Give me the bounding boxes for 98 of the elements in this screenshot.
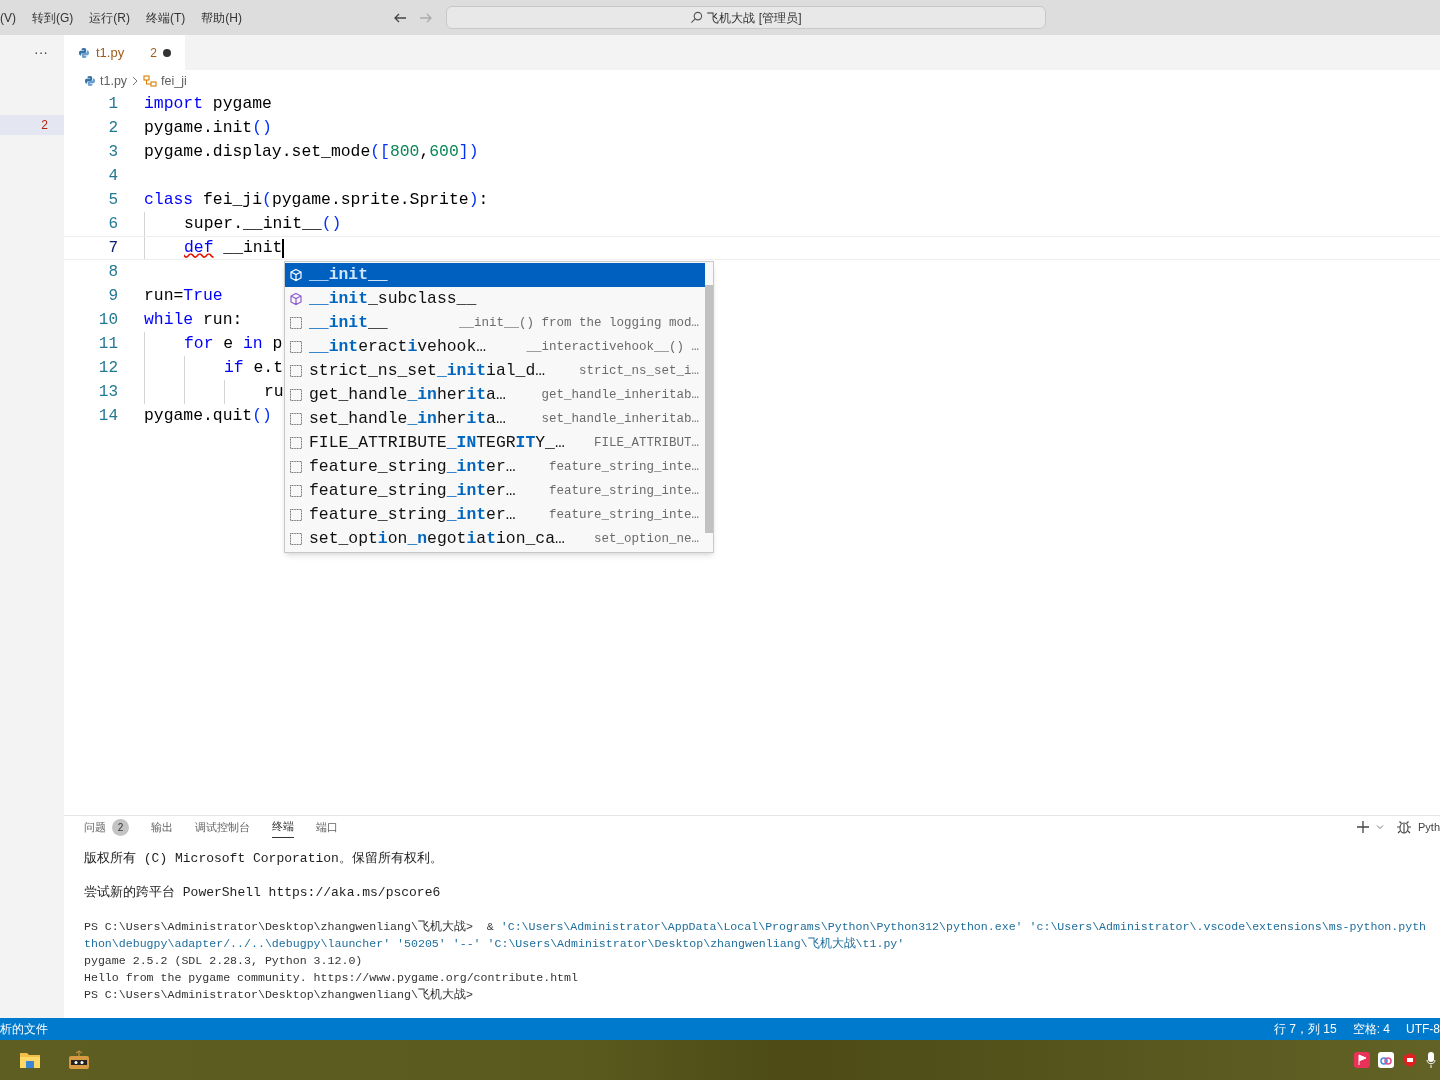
search-icon	[690, 11, 704, 24]
code-line: def __init	[184, 236, 283, 259]
square-icon	[289, 484, 303, 498]
cloud-icon[interactable]	[1378, 1052, 1394, 1068]
code-line: class fei_ji(pygame.sprite.Sprite):	[144, 188, 489, 211]
code-line: run=True	[144, 284, 223, 307]
suggestion-item[interactable]: __init_subclass__	[285, 287, 705, 311]
status-item[interactable]: 析的文件	[0, 1020, 48, 1038]
menu-item[interactable]: 转到(G)	[32, 8, 74, 27]
line-number: 7	[107, 238, 118, 259]
code-line: while run:	[144, 308, 243, 331]
line-number: 4	[107, 166, 118, 187]
plus-icon[interactable]	[1356, 820, 1370, 834]
square-icon	[289, 364, 303, 378]
search-text: 飞机大战 [管理员]	[707, 9, 802, 27]
suggestion-item[interactable]: set_option_negotiation_ca… set_option_ne…	[285, 527, 705, 551]
class-icon	[143, 75, 158, 87]
code-line: ru	[264, 380, 284, 403]
bug-icon[interactable]	[1396, 819, 1412, 835]
line-number: 14	[97, 406, 118, 427]
suggestion-item[interactable]: feature_string_inter… feature_string_inte…	[285, 503, 705, 527]
suggestion-item[interactable]: get_handle_inherita… get_handle_inheritab…	[285, 383, 705, 407]
terminal-line: PS C:\Users\Administrator\Desktop\zhangwenliang\飞机大战> & 'C:\Users\Administrator\AppData\Local\Programs\Python\Python312\python.exe' 'c:\Users\Administrator\.vscode\extensions\ms-python.pyth	[84, 919, 1428, 935]
menu-item[interactable]: (V)	[0, 8, 16, 27]
square-icon	[289, 340, 303, 354]
square-icon	[289, 508, 303, 522]
breadcrumb-item[interactable]: t1.py	[100, 71, 128, 91]
tab-label: t1.py	[96, 43, 125, 62]
panel-tab[interactable]: 终端	[272, 816, 294, 838]
breadcrumb-item[interactable]: fei_ji	[161, 71, 187, 91]
line-number: 12	[97, 358, 118, 379]
panel-tab[interactable]: 输出	[151, 816, 173, 838]
line-number: 9	[107, 286, 118, 307]
square-icon	[289, 412, 303, 426]
suggestion-item[interactable]: FILE_ATTRIBUTE_INTEGRITY_… FILE_ATTRIBUT…	[285, 431, 705, 455]
menu-item[interactable]: 终端(T)	[146, 8, 186, 27]
code-line: for e in p	[184, 332, 283, 355]
suggestion-item[interactable]: set_handle_inherita… set_handle_inheritab…	[285, 407, 705, 431]
terminal-line: pygame 2.5.2 (SDL 2.28.3, Python 3.12.0)	[84, 953, 364, 969]
line-number: 2	[107, 118, 118, 139]
square-icon	[289, 316, 303, 330]
terminal-line: Hello from the pygame community. https://www.pygame.org/contribute.html	[84, 970, 579, 986]
app-icon[interactable]	[67, 1049, 91, 1071]
code-line: pygame.init()	[144, 116, 272, 139]
menu-item[interactable]: 运行(R)	[89, 8, 130, 27]
suggestion-item[interactable]: __init__	[285, 263, 705, 287]
terminal-line: 尝试新的跨平台 PowerShell https://aka.ms/pscore6	[84, 884, 442, 901]
status-item[interactable]: 行 7，列 15	[1273, 1020, 1337, 1038]
code-line: if e.t	[224, 356, 284, 379]
search-field[interactable]: 飞机大战 [管理员]	[446, 6, 1046, 29]
line-number: 10	[97, 310, 118, 331]
terminal-profile[interactable]: Pyth	[1418, 818, 1440, 836]
line-number: 13	[97, 382, 118, 403]
more-actions[interactable]: ···	[34, 42, 48, 63]
line-number: 1	[107, 94, 118, 115]
suggestion-item[interactable]: strict_ns_set_initial_d… strict_ns_set_i…	[285, 359, 705, 383]
line-number: 11	[97, 334, 118, 355]
problem-count: 2	[150, 44, 157, 62]
line-number: 3	[107, 142, 118, 163]
scrollbar-thumb[interactable]	[705, 285, 713, 533]
count-badge: 2	[112, 818, 129, 836]
python-file-icon	[84, 75, 96, 87]
shield-icon[interactable]	[1402, 1052, 1418, 1068]
line-number: 5	[107, 190, 118, 211]
terminal-line: PS C:\Users\Administrator\Desktop\zhangwenliang\飞机大战>	[84, 987, 474, 1003]
status-item[interactable]: UTF-8	[1406, 1020, 1440, 1038]
code-line: pygame.display.set_mode([800,600])	[144, 140, 479, 163]
outline-row[interactable]: 2	[0, 115, 64, 135]
square-icon	[289, 460, 303, 474]
square-icon	[289, 532, 303, 546]
square-icon	[289, 436, 303, 450]
terminal-line: thon\debugpy\adapter/../..\debugpy\launcher' '50205' '--' 'C:\Users\Administrator\Desktop\zhangwenliang\飞机大战\t1.py'	[84, 936, 906, 952]
problem-count: 2	[41, 117, 48, 134]
cube-icon	[289, 268, 303, 282]
suggestion-item[interactable]: __interactivehook… __interactivehook__() …	[285, 335, 705, 359]
menu-item[interactable]: 帮助(H)	[201, 8, 242, 27]
suggestion-item[interactable]: __init__ __init__() from the logging mod…	[285, 311, 705, 335]
suggestion-item[interactable]: feature_string_inter… feature_string_inte…	[285, 455, 705, 479]
panel-tab[interactable]: 问题 2	[84, 816, 129, 838]
flag-icon[interactable]	[1354, 1052, 1370, 1068]
square-icon	[289, 388, 303, 402]
chevron-right-icon	[131, 76, 140, 86]
panel-tab[interactable]: 端口	[316, 816, 338, 838]
panel-tab[interactable]: 调试控制台	[195, 816, 250, 838]
line-number: 8	[107, 262, 118, 283]
cube-icon	[289, 292, 303, 306]
code-line: import pygame	[144, 92, 272, 115]
microphone-icon[interactable]	[1426, 1051, 1436, 1069]
code-line: pygame.quit()	[144, 404, 272, 427]
suggestion-item[interactable]: feature_string_inter… feature_string_inte…	[285, 479, 705, 503]
editor-tab[interactable]: t1.py 2	[64, 35, 185, 70]
python-file-icon	[78, 46, 90, 59]
status-item[interactable]: 空格: 4	[1352, 1020, 1390, 1038]
terminal-line: 版权所有 (C) Microsoft Corporation。保留所有权利。	[84, 850, 444, 867]
line-number: 6	[107, 214, 118, 235]
folder-icon[interactable]	[19, 1050, 41, 1070]
text-cursor	[282, 238, 285, 258]
code-line: super.__init__()	[184, 212, 342, 235]
